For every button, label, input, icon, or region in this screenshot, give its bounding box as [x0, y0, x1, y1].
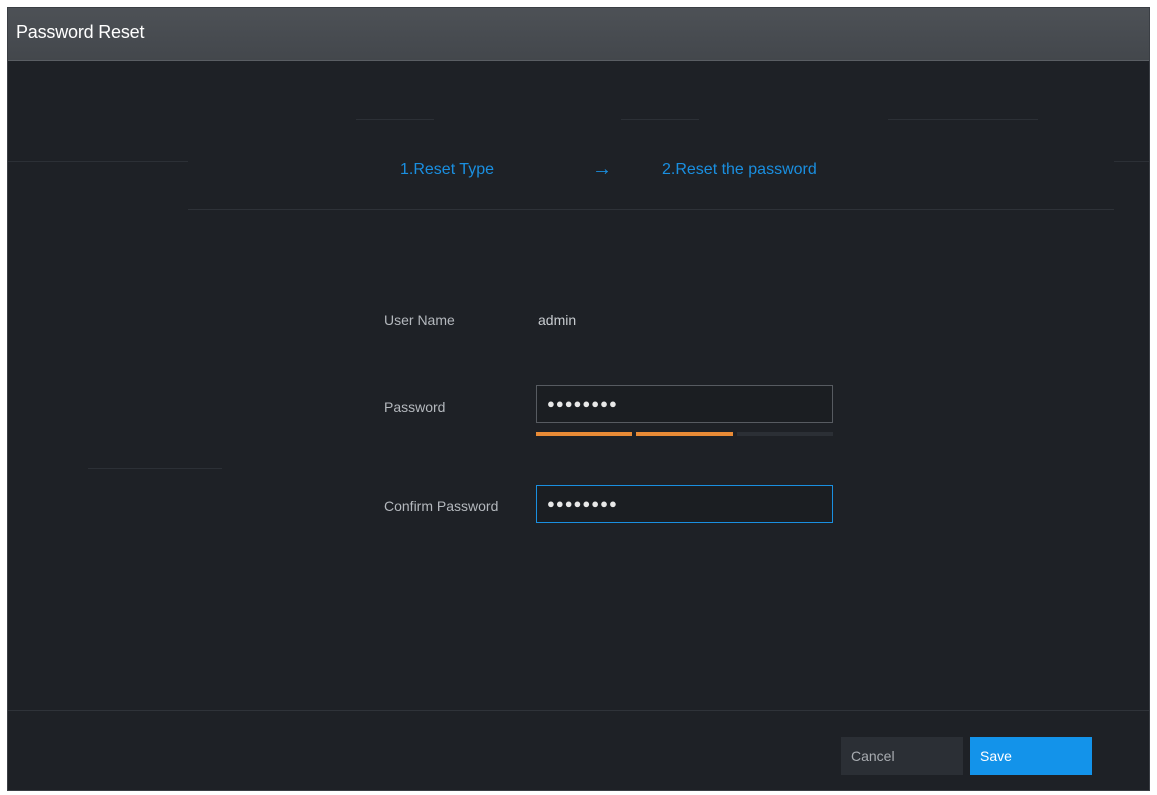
title-bar: Password Reset [8, 8, 1149, 61]
password-input[interactable]: ●●●●●●●● [536, 385, 833, 423]
save-button[interactable]: Save [970, 737, 1092, 775]
step-reset-password: 2.Reset the password [662, 161, 817, 178]
strength-segment [636, 432, 733, 436]
arrow-right-icon: → [592, 158, 612, 180]
confirm-password-input[interactable]: ●●●●●●●● [536, 485, 833, 523]
strength-segment [736, 432, 833, 436]
password-strength-meter [536, 432, 833, 436]
footer-divider [8, 710, 1149, 711]
username-label: User Name [384, 312, 455, 328]
cancel-button[interactable]: Cancel [841, 737, 963, 775]
decorative-line [8, 161, 188, 162]
decorative-line [888, 119, 1038, 120]
password-label: Password [384, 399, 446, 415]
decorative-line [621, 119, 699, 120]
strength-segment [536, 432, 633, 436]
decorative-line [1114, 161, 1149, 162]
decorative-line [88, 468, 222, 469]
decorative-line [356, 119, 434, 120]
username-value: admin [538, 312, 577, 328]
password-reset-dialog: Password Reset 1.Reset Type → 2.Reset th… [7, 7, 1150, 791]
confirm-password-label: Confirm Password [384, 498, 499, 514]
dialog-title: Password Reset [16, 22, 145, 42]
step-divider [188, 209, 1114, 210]
step-reset-type: 1.Reset Type [400, 161, 494, 178]
